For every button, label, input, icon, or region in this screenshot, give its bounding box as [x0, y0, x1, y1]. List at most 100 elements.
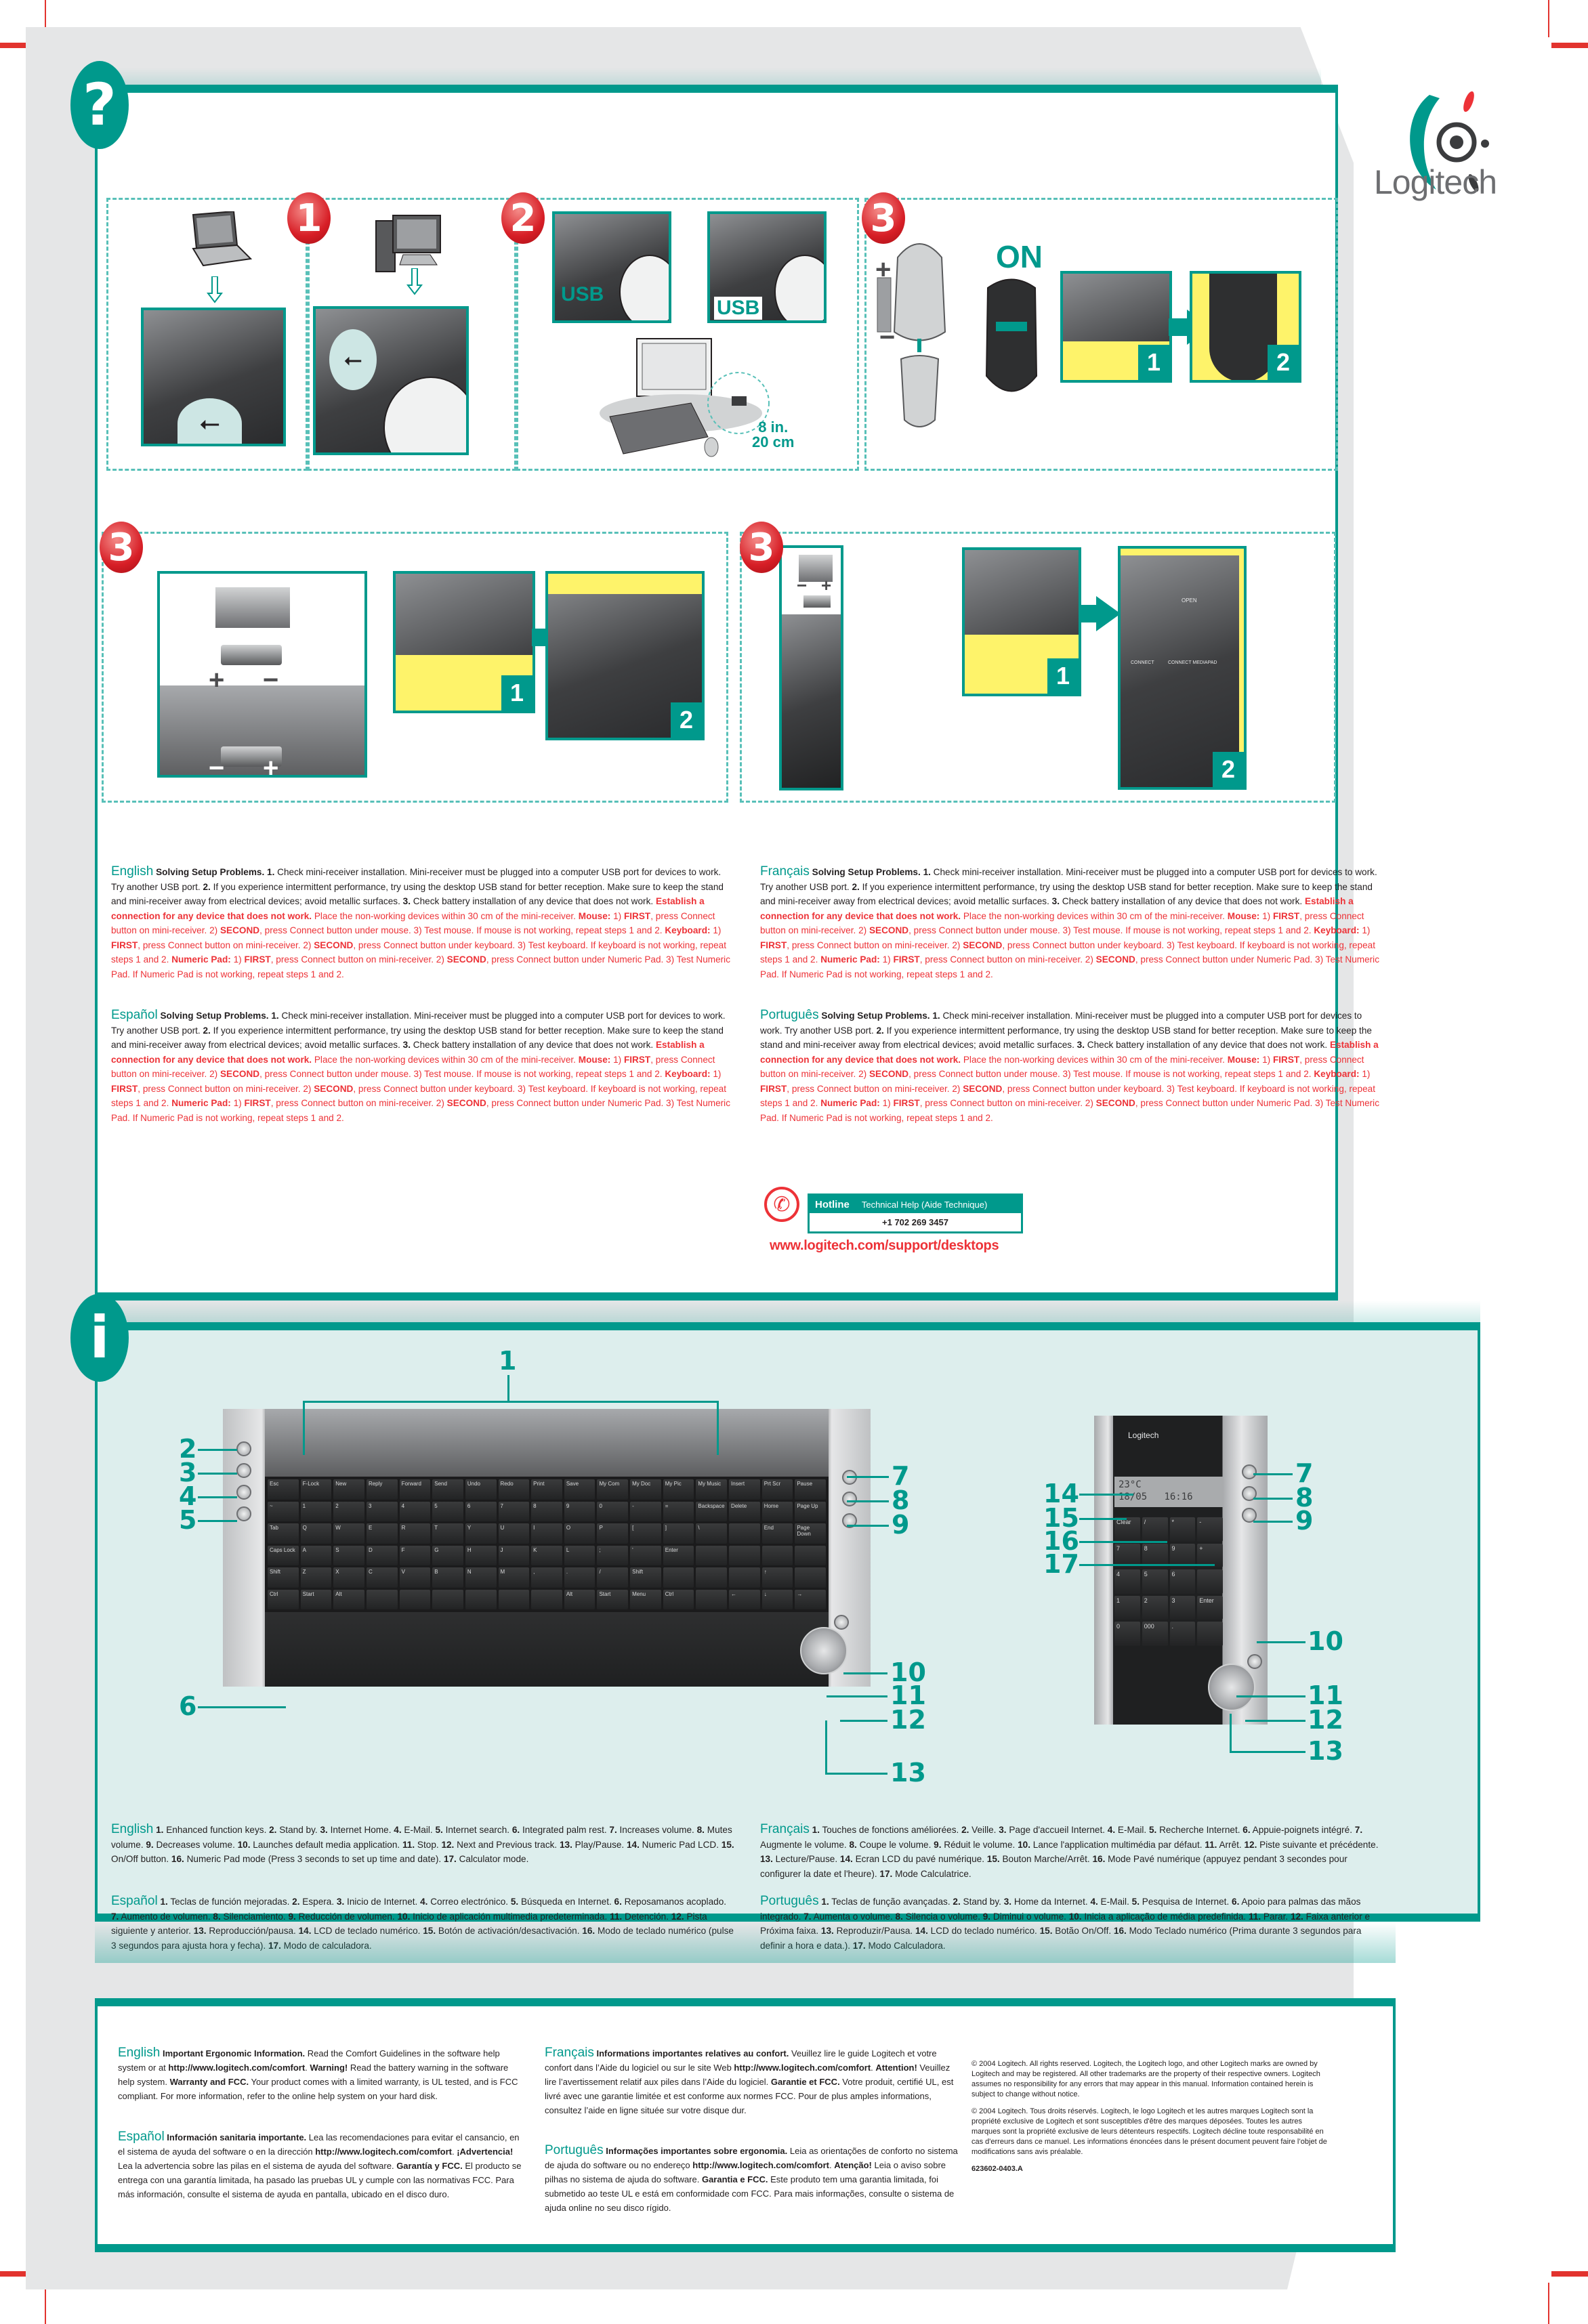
- keyboard-key[interactable]: Start: [300, 1589, 332, 1609]
- keyboard-key[interactable]: R: [399, 1523, 431, 1544]
- keyboard-key[interactable]: Caps Lock: [268, 1545, 299, 1565]
- numpad-key[interactable]: 3: [1169, 1595, 1196, 1620]
- keyboard-key[interactable]: Page Up: [795, 1501, 826, 1521]
- keyboard-key[interactable]: ↑: [761, 1567, 793, 1588]
- keyboard-key[interactable]: Page Down: [795, 1523, 826, 1544]
- keyboard-key[interactable]: 4: [399, 1501, 431, 1521]
- internet-home-button[interactable]: [236, 1463, 251, 1478]
- keyboard-key[interactable]: 8: [531, 1501, 562, 1521]
- keyboard-key[interactable]: L: [564, 1545, 596, 1565]
- numpad-key[interactable]: 000: [1142, 1622, 1168, 1646]
- keyboard-key[interactable]: [696, 1567, 728, 1588]
- keyboard-key[interactable]: Prt Scr: [761, 1479, 793, 1500]
- keyboard-key[interactable]: X: [333, 1567, 364, 1588]
- mute-button[interactable]: [842, 1492, 857, 1506]
- numpad-key[interactable]: [1197, 1622, 1223, 1646]
- keyboard-key[interactable]: U: [498, 1523, 530, 1544]
- keyboard-key[interactable]: [729, 1567, 760, 1588]
- support-url-link[interactable]: www.logitech.com/support/desktops: [770, 1238, 999, 1254]
- keyboard-key[interactable]: E: [366, 1523, 398, 1544]
- numpad-key[interactable]: [1197, 1569, 1223, 1594]
- keyboard-key[interactable]: ': [630, 1545, 661, 1565]
- keyboard-key[interactable]: [696, 1545, 728, 1565]
- keyboard-key[interactable]: Esc: [268, 1479, 299, 1500]
- keyboard-key[interactable]: S: [333, 1545, 364, 1565]
- numpad-key[interactable]: -: [1197, 1517, 1223, 1542]
- keyboard-key[interactable]: 0: [597, 1501, 629, 1521]
- numpad-key[interactable]: Enter: [1197, 1595, 1223, 1620]
- keyboard-key[interactable]: Enter: [663, 1545, 694, 1565]
- keyboard-key[interactable]: [465, 1589, 497, 1609]
- keyboard-key[interactable]: New: [333, 1479, 364, 1500]
- keyboard-key[interactable]: .: [564, 1567, 596, 1588]
- hotline-phone[interactable]: +1 702 269 3457: [810, 1213, 1021, 1231]
- keyboard-key[interactable]: B: [432, 1567, 463, 1588]
- keyboard-key[interactable]: [729, 1545, 760, 1565]
- keyboard-key[interactable]: W: [333, 1523, 364, 1544]
- numpad-key[interactable]: *: [1169, 1517, 1196, 1542]
- comfort-url-link[interactable]: http://www.logitech.com/comfort: [734, 2063, 871, 2073]
- keyboard-key[interactable]: Alt: [333, 1589, 364, 1609]
- keyboard-key[interactable]: Forward: [399, 1479, 431, 1500]
- keyboard-key[interactable]: Redo: [498, 1479, 530, 1500]
- keyboard-key[interactable]: V: [399, 1567, 431, 1588]
- keyboard-key[interactable]: G: [432, 1545, 463, 1565]
- numpad-key[interactable]: 4: [1114, 1569, 1140, 1594]
- keyboard-key[interactable]: ←: [729, 1589, 760, 1609]
- keyboard-key[interactable]: Save: [564, 1479, 596, 1500]
- keyboard-key[interactable]: [531, 1589, 562, 1609]
- internet-search-button[interactable]: [236, 1506, 251, 1521]
- keyboard-key[interactable]: [663, 1567, 694, 1588]
- keyboard-key[interactable]: A: [300, 1545, 332, 1565]
- keyboard-key[interactable]: Tab: [268, 1523, 299, 1544]
- keyboard-key[interactable]: ]: [663, 1523, 694, 1544]
- keyboard-key[interactable]: 2: [333, 1501, 364, 1521]
- keyboard-key[interactable]: /: [597, 1567, 629, 1588]
- media-control-wheel[interactable]: [800, 1627, 848, 1674]
- keyboard-key[interactable]: H: [465, 1545, 497, 1565]
- keyboard-key[interactable]: Undo: [465, 1479, 497, 1500]
- keyboard-key[interactable]: Shift: [630, 1567, 661, 1588]
- keyboard-key[interactable]: [795, 1545, 826, 1565]
- keyboard-key[interactable]: F: [399, 1545, 431, 1565]
- keyboard-key[interactable]: 7: [498, 1501, 530, 1521]
- media-app-button[interactable]: [1247, 1654, 1262, 1669]
- keyboard-key[interactable]: Reply: [366, 1479, 398, 1500]
- keyboard-key[interactable]: →: [795, 1589, 826, 1609]
- keyboard-key[interactable]: My Pic: [663, 1479, 694, 1500]
- keyboard-key[interactable]: Ctrl: [663, 1589, 694, 1609]
- media-control-wheel[interactable]: [1208, 1664, 1255, 1711]
- standby-button[interactable]: [236, 1441, 251, 1456]
- keyboard-key[interactable]: D: [366, 1545, 398, 1565]
- keyboard-key[interactable]: My Music: [696, 1479, 728, 1500]
- keyboard-key[interactable]: Menu: [630, 1589, 661, 1609]
- keyboard-key[interactable]: Delete: [729, 1501, 760, 1521]
- keyboard-key[interactable]: F-Lock: [300, 1479, 332, 1500]
- keyboard-key[interactable]: 5: [432, 1501, 463, 1521]
- keyboard-key[interactable]: ↓: [761, 1589, 793, 1609]
- comfort-url-link[interactable]: http://www.logitech.com/comfort: [692, 2160, 829, 2170]
- email-button[interactable]: [236, 1485, 251, 1500]
- keyboard-key[interactable]: Pause: [795, 1479, 826, 1500]
- keyboard-key[interactable]: C: [366, 1567, 398, 1588]
- keyboard-key[interactable]: \: [696, 1523, 728, 1544]
- keyboard-key[interactable]: Print: [531, 1479, 562, 1500]
- keyboard-key[interactable]: 1: [300, 1501, 332, 1521]
- keyboard-key[interactable]: Home: [761, 1501, 793, 1521]
- keyboard-key[interactable]: ;: [597, 1545, 629, 1565]
- keyboard-key[interactable]: Alt: [564, 1589, 596, 1609]
- keyboard-key[interactable]: End: [761, 1523, 793, 1544]
- keyboard-key[interactable]: [399, 1589, 431, 1609]
- keyboard-key[interactable]: ,: [531, 1567, 562, 1588]
- numpad-key[interactable]: /: [1142, 1517, 1168, 1542]
- keyboard-key[interactable]: Start: [597, 1589, 629, 1609]
- keyboard-key[interactable]: Send: [432, 1479, 463, 1500]
- keyboard-key[interactable]: [: [630, 1523, 661, 1544]
- keyboard-key[interactable]: ~: [268, 1501, 299, 1521]
- keyboard-key[interactable]: N: [465, 1567, 497, 1588]
- keyboard-key[interactable]: 6: [465, 1501, 497, 1521]
- keyboard-key[interactable]: Y: [465, 1523, 497, 1544]
- keyboard-key[interactable]: 9: [564, 1501, 596, 1521]
- keyboard-key[interactable]: T: [432, 1523, 463, 1544]
- numpad-key[interactable]: 6: [1169, 1569, 1196, 1594]
